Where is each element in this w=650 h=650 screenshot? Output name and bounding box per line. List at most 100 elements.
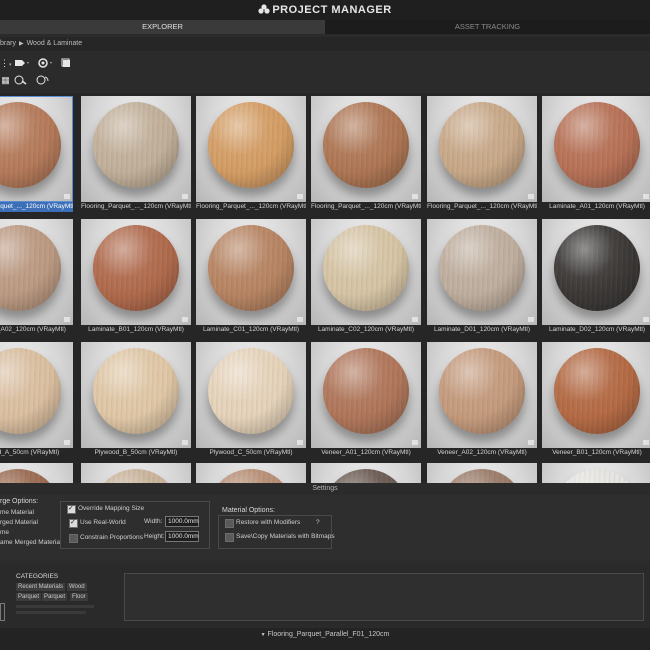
material-tile[interactable]: Flooring_Parquet_..._120cm (VRayMtl) [427, 96, 537, 212]
material-tile[interactable]: Laminate_B01_120cm (VRayMtl) [81, 219, 191, 335]
category-chip-recent[interactable]: Recent Materials [16, 583, 66, 591]
category-chip-parquet-1[interactable]: Parquet [16, 593, 42, 601]
material-tile[interactable]: Laminate_A02_120cm (VRayMtl) [0, 219, 73, 335]
material-tile[interactable]: Laminate_D02_120cm (VRayMtl) [542, 219, 650, 335]
material-tile[interactable]: Flooring_Parquet_..._120cm (VRayMtl) [0, 96, 73, 212]
settings-toggle[interactable]: Settings [0, 483, 650, 495]
render-icon[interactable] [38, 58, 54, 68]
material-tile[interactable] [542, 463, 650, 483]
material-tile[interactable] [196, 463, 306, 483]
material-tile[interactable] [81, 463, 191, 483]
material-thumbnail[interactable] [196, 463, 306, 483]
width-input[interactable]: 1000.0mm [165, 516, 199, 527]
sphere-refresh-icon[interactable] [36, 75, 49, 85]
material-thumbnail[interactable] [0, 219, 73, 325]
merge-option-4[interactable]: ame Merged Material [0, 539, 61, 546]
material-sphere-preview [208, 225, 294, 311]
material-thumbnail[interactable] [196, 96, 306, 202]
material-thumbnail[interactable] [81, 96, 191, 202]
category-chip-floor[interactable]: Floor [70, 593, 88, 601]
material-thumbnail[interactable] [196, 219, 306, 325]
material-tile[interactable]: Veneer_A02_120cm (VRayMtl) [427, 342, 537, 458]
material-thumbnail[interactable] [427, 342, 537, 448]
status-bar: ▼ Flooring_Parquet_Parallel_F01_120cm [0, 628, 650, 650]
material-thumbnail[interactable] [427, 96, 537, 202]
merge-option-1[interactable]: me Material [0, 509, 34, 516]
material-tile[interactable]: Flooring_Parquet_..._120cm (VRayMtl) [81, 96, 191, 212]
material-tile[interactable]: Laminate_C01_120cm (VRayMtl) [196, 219, 306, 335]
sphere-settings-icon[interactable] [14, 75, 27, 85]
tab-explorer[interactable]: EXPLORER [0, 20, 325, 34]
material-sphere-preview [439, 102, 525, 188]
material-tile[interactable]: Plywood_A_50cm (VRayMtl) [0, 342, 73, 458]
categories-panel: CATEGORIES Recent Materials Wood Parquet… [14, 571, 122, 623]
breadcrumb-item-library[interactable]: brary [0, 40, 16, 47]
save-copy-bitmaps-checkbox[interactable] [225, 533, 234, 542]
material-tile[interactable]: Plywood_B_50cm (VRayMtl) [81, 342, 191, 458]
material-thumbnail[interactable] [542, 342, 650, 448]
material-tile[interactable]: Laminate_C02_120cm (VRayMtl) [311, 219, 421, 335]
material-thumbnail[interactable] [81, 463, 191, 483]
material-thumbnail[interactable] [427, 219, 537, 325]
constrain-proportions-checkbox[interactable] [69, 534, 78, 543]
material-thumbnail[interactable] [311, 96, 421, 202]
material-label: Flooring_Parquet_..._120cm (VRayMtl) [196, 202, 306, 212]
material-thumbnail[interactable] [542, 96, 650, 202]
toolbar-row-2: ▦ [0, 73, 650, 87]
breadcrumb: brary ▶ Wood & Laminate [0, 37, 650, 51]
category-placeholder-bar [16, 605, 94, 608]
settings-panel: rge Options: me Material rged Material m… [0, 495, 650, 561]
material-sphere-preview [554, 469, 640, 483]
grid-icon[interactable]: ▦ [0, 75, 11, 85]
merge-option-2[interactable]: rged Material [0, 519, 38, 526]
material-tile[interactable]: Flooring_Parquet_..._120cm (VRayMtl) [196, 96, 306, 212]
tag-icon[interactable] [14, 58, 30, 68]
override-mapping-label: Override Mapping Size [78, 505, 145, 512]
material-thumbnail[interactable] [0, 96, 73, 202]
tab-asset-tracking[interactable]: ASSET TRACKING [325, 20, 650, 34]
material-tile[interactable]: Laminate_A01_120cm (VRayMtl) [542, 96, 650, 212]
material-tile[interactable]: Plywood_C_50cm (VRayMtl) [196, 342, 306, 458]
material-tile[interactable] [427, 463, 537, 483]
breadcrumb-item-wood-laminate[interactable]: Wood & Laminate [27, 40, 83, 47]
use-realworld-checkbox[interactable] [69, 518, 78, 528]
material-thumbnail[interactable] [0, 342, 73, 448]
material-thumbnail[interactable] [196, 342, 306, 448]
override-mapping-checkbox[interactable] [67, 504, 76, 514]
merge-option-3[interactable]: me [0, 529, 9, 536]
square-icon[interactable] [60, 58, 71, 68]
material-thumbnail[interactable] [311, 342, 421, 448]
material-sphere-preview [0, 348, 61, 434]
restore-modifiers-checkbox[interactable] [225, 519, 234, 528]
category-chip-wood[interactable]: Wood [67, 583, 87, 591]
height-input[interactable]: 1000.0mm [165, 531, 199, 542]
material-tile[interactable]: Veneer_B01_120cm (VRayMtl) [542, 342, 650, 458]
material-tile[interactable]: Veneer_A01_120cm (VRayMtl) [311, 342, 421, 458]
material-tile[interactable]: Laminate_D01_120cm (VRayMtl) [427, 219, 537, 335]
material-type-icon [643, 317, 649, 322]
material-thumbnail[interactable] [311, 219, 421, 325]
material-type-icon [64, 194, 70, 199]
material-tile[interactable] [0, 463, 73, 483]
material-tile[interactable]: Flooring_Parquet_..._120cm (VRayMtl) [311, 96, 421, 212]
help-icon[interactable]: ? [316, 519, 320, 526]
material-type-icon [297, 194, 303, 199]
material-thumbnail[interactable] [311, 463, 421, 483]
view-mode-icon[interactable]: ⋮▾ [0, 58, 12, 68]
material-sphere-preview [0, 102, 61, 188]
status-current-material: Flooring_Parquet_Parallel_F01_120cm [267, 631, 390, 638]
material-thumbnail[interactable] [81, 219, 191, 325]
material-thumbnail[interactable] [427, 463, 537, 483]
material-thumbnail[interactable] [81, 342, 191, 448]
toolbar-row-1: ⋮▾ [0, 56, 650, 70]
material-tile[interactable] [311, 463, 421, 483]
material-sphere-preview [323, 102, 409, 188]
material-label: Plywood_C_50cm (VRayMtl) [196, 448, 306, 458]
material-thumbnail[interactable] [0, 463, 73, 483]
material-thumbnail[interactable] [542, 463, 650, 483]
category-chip-parquet-2[interactable]: Parquet [42, 593, 68, 601]
panel-edge-handle[interactable] [0, 603, 5, 621]
material-thumbnail[interactable] [542, 219, 650, 325]
material-type-icon [528, 440, 534, 445]
chevron-right-icon: ▶ [18, 41, 24, 47]
